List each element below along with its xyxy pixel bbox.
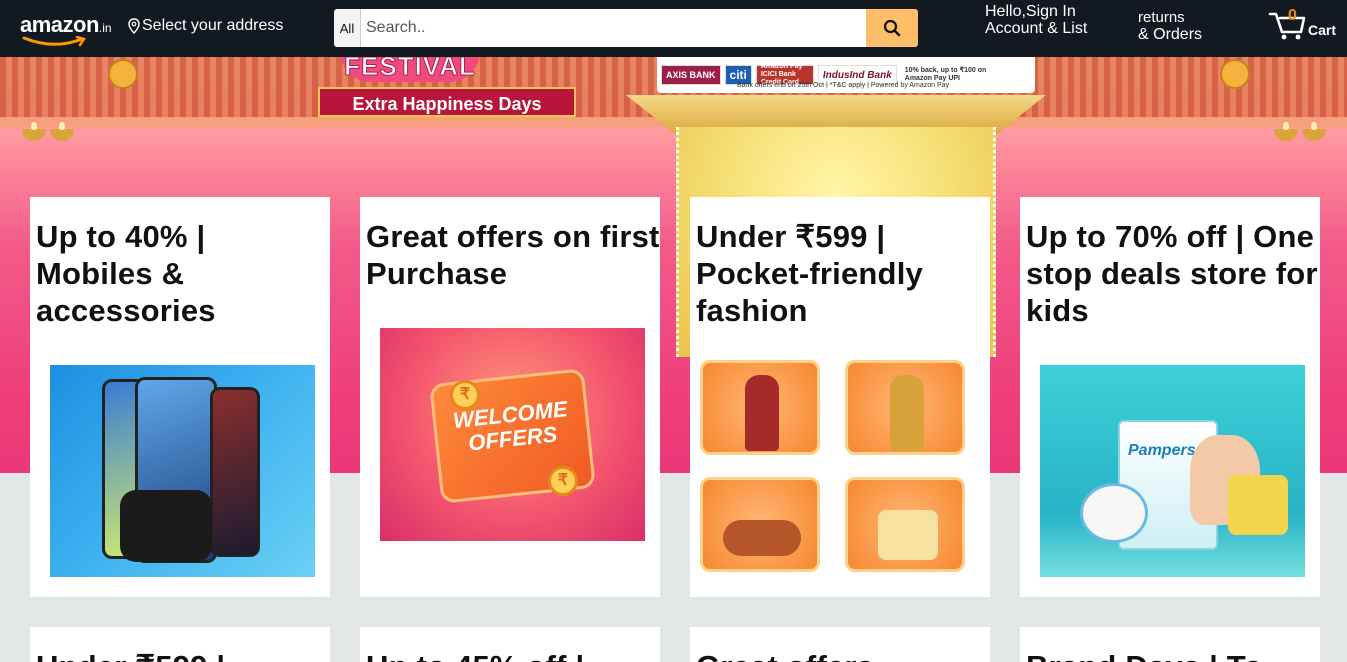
deal-card[interactable]: Brand Days | To [1020, 627, 1320, 662]
card-title: Under ₹599 | Pocket-friendly fashion [696, 219, 923, 328]
search-input[interactable] [361, 9, 866, 47]
card-title: Up to 45% off | [360, 627, 660, 662]
search-category-dropdown[interactable]: All [334, 9, 361, 47]
beauty-figure [878, 510, 938, 560]
baby-cream-tin-image [1080, 483, 1148, 543]
mobiles-image[interactable] [50, 365, 315, 577]
returns-and-orders[interactable]: returns & Orders [1138, 9, 1202, 43]
card-title: Up to 40% | Mobiles & accessories [36, 219, 216, 328]
phone-image [210, 387, 260, 557]
card-title: Brand Days | To [1020, 627, 1320, 662]
location-pin-icon [128, 18, 140, 34]
extra-happiness-ribbon: Extra Happiness Days [318, 87, 576, 117]
deal-card[interactable]: Great offers [690, 627, 990, 662]
kids-deals-image[interactable]: Pampers [1040, 365, 1305, 577]
cart-count: 0 [1288, 7, 1297, 24]
cart-icon [1268, 12, 1306, 40]
search-button[interactable] [866, 9, 918, 47]
rupee-coin-icon: ₹ [548, 466, 578, 496]
diya-icon [22, 122, 46, 141]
fashion-women-image[interactable] [845, 360, 965, 455]
footwear-figure [723, 520, 801, 556]
deal-card-fashion[interactable]: Under ₹599 | Pocket-friendly fashion [690, 197, 990, 597]
deal-card[interactable]: Up to 45% off | [360, 627, 660, 662]
card-title: Under ₹599 | [30, 627, 330, 662]
pampers-label: Pampers [1128, 442, 1196, 459]
top-navbar: amazon.in Select your address All Hello,… [0, 0, 1347, 57]
account-greeting: Hello,Sign In [985, 3, 1076, 20]
card-title: Great offers on first Purchase [366, 219, 660, 291]
deal-card-mobiles[interactable]: Up to 40% | Mobiles & accessories [30, 197, 330, 597]
address-label: Select your address [142, 17, 284, 34]
search-bar: All [334, 9, 918, 47]
model-figure [890, 375, 924, 451]
logo-text: amazon [20, 12, 99, 37]
account-and-lists[interactable]: Hello,Sign In Account & List [985, 3, 1087, 37]
fashion-beauty-image[interactable] [845, 477, 965, 572]
bank-offer-note: Bank offers end on 25th Oct | *T&C apply… [737, 82, 950, 89]
orders-label: & Orders [1138, 26, 1203, 43]
account-label: Account & List [985, 20, 1088, 37]
search-icon [883, 19, 901, 37]
cart-button[interactable]: 0 Cart [1268, 6, 1338, 46]
cart-label: Cart [1308, 22, 1337, 38]
fashion-footwear-image[interactable] [700, 477, 820, 572]
diya-icon [50, 122, 74, 141]
bank-axis-logo: AXIS BANK [661, 65, 721, 85]
welcome-offers-image[interactable]: WELCOME OFFERS ₹ ₹ [380, 328, 645, 541]
model-figure [745, 375, 779, 451]
lantern-icon [108, 59, 138, 89]
toy-image [1228, 475, 1288, 535]
earbuds-case-image [120, 490, 212, 562]
logo-suffix: .in [98, 21, 112, 35]
deal-card-kids[interactable]: Up to 70% off | One stop deals store for… [1020, 197, 1320, 597]
select-address[interactable]: Select your address [128, 17, 283, 35]
festival-title: FESTIVAL [340, 57, 480, 82]
lantern-icon [1220, 59, 1250, 89]
deal-card[interactable]: Under ₹599 | [30, 627, 330, 662]
fashion-men-image[interactable] [700, 360, 820, 455]
card-title: Great offers [690, 627, 990, 662]
card-title: Up to 70% off | One stop deals store for… [1026, 219, 1318, 328]
returns-label: returns [1138, 9, 1185, 26]
deal-card-first-purchase[interactable]: Great offers on first Purchase WELCOME O… [360, 197, 660, 597]
diya-icon [1302, 122, 1326, 141]
smile-arrow-icon [22, 36, 86, 47]
diya-icon [1274, 122, 1298, 141]
rupee-coin-icon: ₹ [450, 380, 480, 410]
amazon-logo[interactable]: amazon.in [20, 12, 120, 48]
